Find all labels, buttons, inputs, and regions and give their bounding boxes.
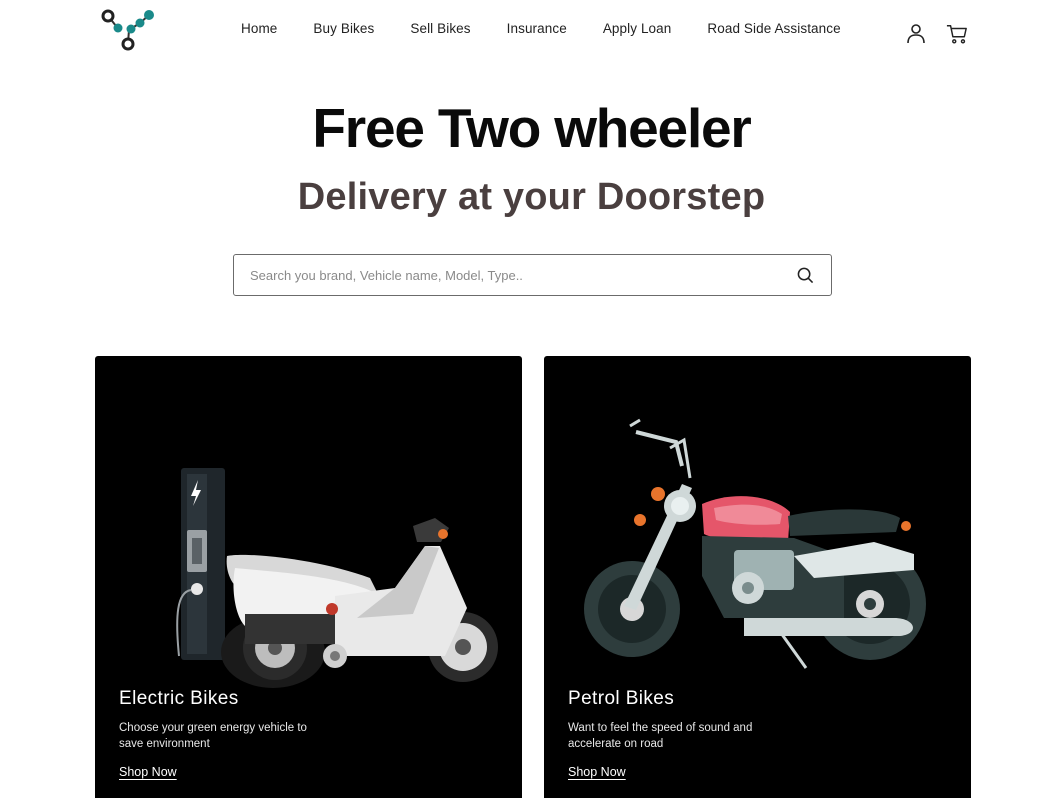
nav-home[interactable]: Home [241,21,277,36]
nav-buy-bikes[interactable]: Buy Bikes [313,21,374,36]
main-nav: Home Buy Bikes Sell Bikes Insurance Appl… [241,21,841,36]
search-bar [233,254,832,296]
petrol-bikes-card[interactable]: Petrol Bikes Want to feel the speed of s… [544,356,971,798]
shop-now-electric-link[interactable]: Shop Now [119,765,177,779]
user-icon[interactable] [905,23,927,45]
shop-now-petrol-link[interactable]: Shop Now [568,765,626,779]
search-icon[interactable] [797,267,814,284]
electric-bikes-card[interactable]: Electric Bikes Choose your green energy … [95,356,522,798]
motorcycle-illustration [584,418,926,669]
card-description: Choose your green energy vehicle to save… [119,722,307,750]
card-description: Want to feel the speed of sound and acce… [568,722,753,750]
search-input[interactable] [250,255,780,295]
card-title: Electric Bikes [119,688,239,709]
logo-icon[interactable] [100,8,158,52]
electric-scooter-illustration [176,468,498,688]
nav-insurance[interactable]: Insurance [507,21,567,36]
cart-icon[interactable] [946,23,968,45]
card-title: Petrol Bikes [568,688,675,709]
nav-sell-bikes[interactable]: Sell Bikes [410,21,470,36]
nav-road-side-assistance[interactable]: Road Side Assistance [707,21,840,36]
hero-title: Free Two wheeler [312,97,751,159]
hero-subtitle: Delivery at your Doorstep [297,176,766,218]
nav-apply-loan[interactable]: Apply Loan [603,21,672,36]
